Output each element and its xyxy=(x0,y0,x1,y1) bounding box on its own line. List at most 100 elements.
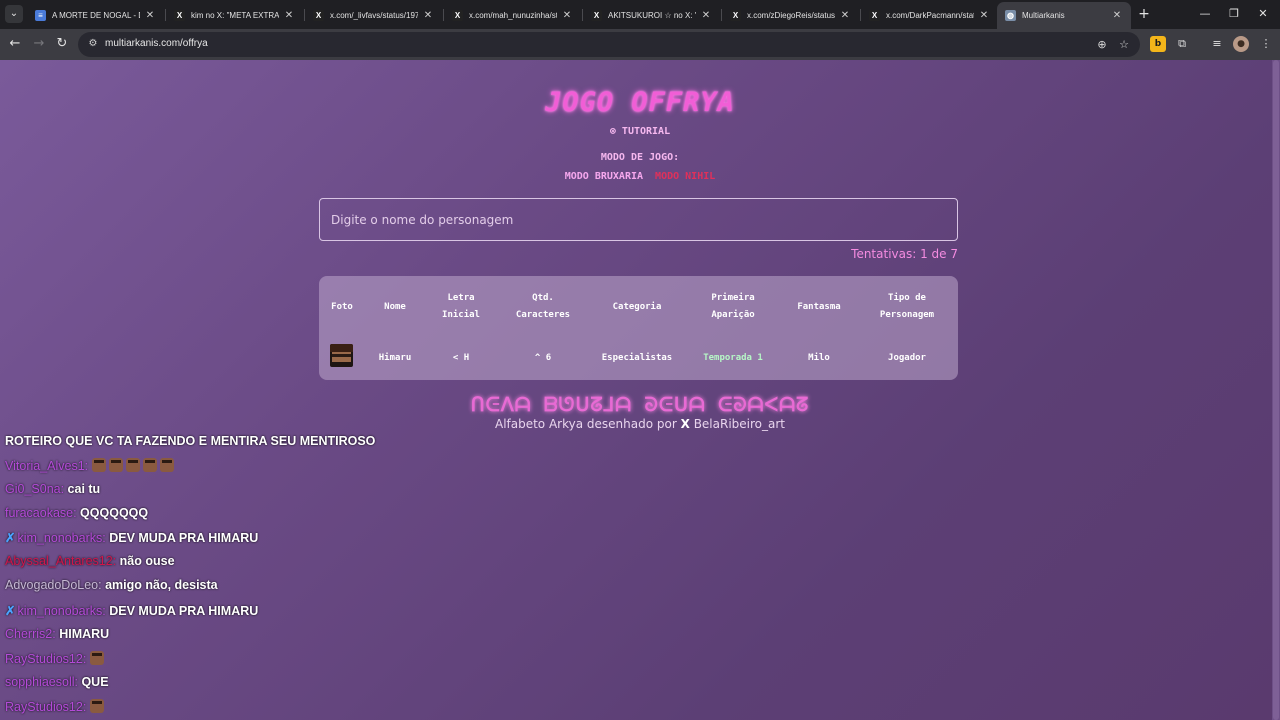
arkya-alphabet-text: ᑎᕮᐱᗩ ᗷᘎᑌᘔ⅃ᗩ ᘐᕮᑌᗩ ᕮᘐᗩᐸᗩᘔ xyxy=(470,394,810,416)
chat-message-text: cai tu xyxy=(67,482,101,496)
x-icon: X xyxy=(591,9,602,21)
extensions-puzzle-icon[interactable]: ⧉ xyxy=(1174,36,1190,52)
close-icon[interactable]: ✕ xyxy=(561,10,573,21)
x-icon: X xyxy=(452,9,463,21)
menu-kebab-icon[interactable]: ⋮ xyxy=(1258,36,1274,52)
reload-icon[interactable]: ↻ xyxy=(53,35,71,53)
chat-username[interactable]: furacaokase: xyxy=(5,506,80,520)
header-fantasma: Fantasma xyxy=(797,301,841,312)
close-icon[interactable]: ✕ xyxy=(839,10,851,21)
reading-list-icon[interactable]: ≡ xyxy=(1209,36,1225,52)
chat-username[interactable]: Vitoria_Alves1: xyxy=(5,459,92,473)
cell-letra-inicial: < H xyxy=(452,353,470,363)
chat-message-text: amigo não, desista xyxy=(105,578,218,592)
cell-qtd-caracteres: ^ 6 xyxy=(534,353,552,363)
back-icon[interactable]: ← xyxy=(6,35,24,53)
chat-message: ✗ kim_nonobarks: DEV MUDA PRA HIMARU xyxy=(5,530,258,545)
chat-message: Gi0_S0na: cai tu xyxy=(5,482,100,496)
chat-username[interactable]: RayStudios12: xyxy=(5,700,90,714)
chat-message: Vitoria_Alves1: xyxy=(5,458,177,473)
cell-categoria: Especialistas xyxy=(601,353,673,363)
guess-results-table: Foto Nome Letra Inicial Qtd. Caracteres … xyxy=(319,276,958,380)
close-icon[interactable]: ✕ xyxy=(422,10,434,21)
close-icon[interactable]: ✕ xyxy=(1111,10,1123,21)
chat-message: sopphiaesoll: QUE xyxy=(5,675,109,689)
site-info-icon[interactable]: ⚙ xyxy=(86,37,100,51)
chat-message-text: DEV MUDA PRA HIMARU xyxy=(109,604,259,618)
address-bar[interactable]: ⚙ multiarkanis.com/offrya ⊕ ☆ xyxy=(78,32,1140,57)
tab-strip: ⌄ ≡ A MORTE DE NOGAL - Do ✕ X kim no X: … xyxy=(0,0,1280,29)
chat-message-text: ROTEIRO QUE VC TA FAZENDO E MENTIRA SEU … xyxy=(5,434,376,448)
chat-message: RayStudios12: xyxy=(5,699,107,714)
chat-message: ✗ kim_nonobarks: DEV MUDA PRA HIMARU xyxy=(5,603,258,618)
tab-title: A MORTE DE NOGAL - Do xyxy=(52,10,140,20)
chat-message: Abyssal_Antares12: não ouse xyxy=(5,554,175,568)
chat-message-text: DEV MUDA PRA HIMARU xyxy=(109,531,259,545)
close-icon[interactable]: ✕ xyxy=(283,10,295,21)
sword-badge-icon: ✗ xyxy=(5,604,16,618)
close-icon[interactable]: ✕ xyxy=(978,10,990,21)
chat-username[interactable]: kim_nonobarks: xyxy=(17,604,109,618)
mode-bruxaria-button[interactable]: MODO BRUXARIA xyxy=(565,171,643,182)
bookmark-star-icon[interactable]: ☆ xyxy=(1116,37,1132,53)
browser-tab-active[interactable]: ◍ Multiarkanis ✕ xyxy=(997,2,1131,29)
tab-title: x.com/DarkPacmann/stat xyxy=(886,10,974,20)
browser-tab[interactable]: X x.com/DarkPacmann/stat ✕ xyxy=(861,4,998,26)
new-tab-icon[interactable]: + xyxy=(1136,5,1152,23)
x-icon: X xyxy=(730,9,741,21)
game-title: JOGO OFFRYA xyxy=(545,87,735,118)
browser-tab[interactable]: X AKITSUKUROI ☆ no X: "Ex ✕ xyxy=(583,4,720,26)
chat-username[interactable]: Cherris2: xyxy=(5,627,59,641)
zoom-icon[interactable]: ⊕ xyxy=(1094,37,1110,53)
docs-icon: ≡ xyxy=(35,9,46,21)
header-tipo-personagem: Tipo de Personagem xyxy=(879,293,935,320)
browser-tab[interactable]: X x.com/mah_nunuzinha/sta ✕ xyxy=(444,4,581,26)
attempts-counter: Tentativas: 1 de 7 xyxy=(851,247,958,261)
browser-tab[interactable]: X x.com/zDiegoReis/status/ ✕ xyxy=(722,4,859,26)
cell-nome: Himaru xyxy=(378,353,412,363)
minimize-icon[interactable]: — xyxy=(1197,5,1213,23)
chat-message-text: HIMARU xyxy=(59,627,110,641)
chat-username[interactable]: Abyssal_Antares12: xyxy=(5,554,120,568)
close-icon[interactable]: ✕ xyxy=(700,10,712,21)
chat-message-text: QQQQQQQ xyxy=(80,506,149,520)
emote-icon xyxy=(125,458,140,472)
browser-tab[interactable]: ≡ A MORTE DE NOGAL - Do ✕ xyxy=(27,4,164,26)
game-mode-selector: MODO BRUXARIA MODO NIHIL xyxy=(0,171,1280,182)
window-close-icon[interactable]: ✕ xyxy=(1255,5,1271,23)
game-mode-label: MODO DE JOGO: xyxy=(600,152,680,163)
globe-icon: ◍ xyxy=(1005,10,1016,21)
close-icon[interactable]: ✕ xyxy=(144,10,156,21)
chat-message: AdvogadoDoLeo: amigo não, desista xyxy=(5,578,218,592)
url-text[interactable]: multiarkanis.com/offrya xyxy=(105,38,208,49)
sword-badge-icon: ✗ xyxy=(5,531,16,545)
chat-username[interactable]: RayStudios12: xyxy=(5,652,90,666)
header-nome: Nome xyxy=(384,301,406,312)
extension-b-icon[interactable]: b xyxy=(1150,36,1166,52)
browser-tab[interactable]: X x.com/_livfavs/status/197 ✕ xyxy=(305,4,442,26)
tab-title: kim no X: "META EXTRA 🤘 xyxy=(191,10,279,20)
character-photo xyxy=(330,344,353,367)
browser-tab[interactable]: X kim no X: "META EXTRA 🤘 ✕ xyxy=(166,4,303,26)
profile-avatar-icon[interactable]: ● xyxy=(1233,36,1249,52)
chat-username[interactable]: Gi0_S0na: xyxy=(5,482,68,496)
cell-fantasma: Milo xyxy=(808,353,830,363)
tab-search-icon[interactable]: ⌄ xyxy=(5,5,23,23)
header-qtd-caracteres: Qtd. Caracteres xyxy=(515,293,571,320)
restore-icon[interactable]: ❐ xyxy=(1226,5,1242,23)
emote-icon xyxy=(159,458,174,472)
chat-username[interactable]: sopphiaesoll: xyxy=(5,675,81,689)
emote-icon xyxy=(89,699,104,713)
chat-username[interactable]: AdvogadoDoLeo: xyxy=(5,578,105,592)
emote-icon xyxy=(108,458,123,472)
chat-username[interactable]: kim_nonobarks: xyxy=(17,531,109,545)
character-name-input[interactable] xyxy=(319,198,958,241)
header-letra-inicial: Letra Inicial xyxy=(442,293,480,320)
credit-handle-link[interactable]: BelaRibeiro_art xyxy=(694,417,785,431)
chat-message-text: não ouse xyxy=(119,554,175,568)
forward-icon[interactable]: → xyxy=(30,35,48,53)
mode-nihil-button[interactable]: MODO NIHIL xyxy=(655,171,715,182)
tutorial-link[interactable]: ⊗ TUTORIAL xyxy=(0,126,1280,137)
chat-message-text: QUE xyxy=(81,675,109,689)
chat-message: ROTEIRO QUE VC TA FAZENDO E MENTIRA SEU … xyxy=(5,434,375,448)
